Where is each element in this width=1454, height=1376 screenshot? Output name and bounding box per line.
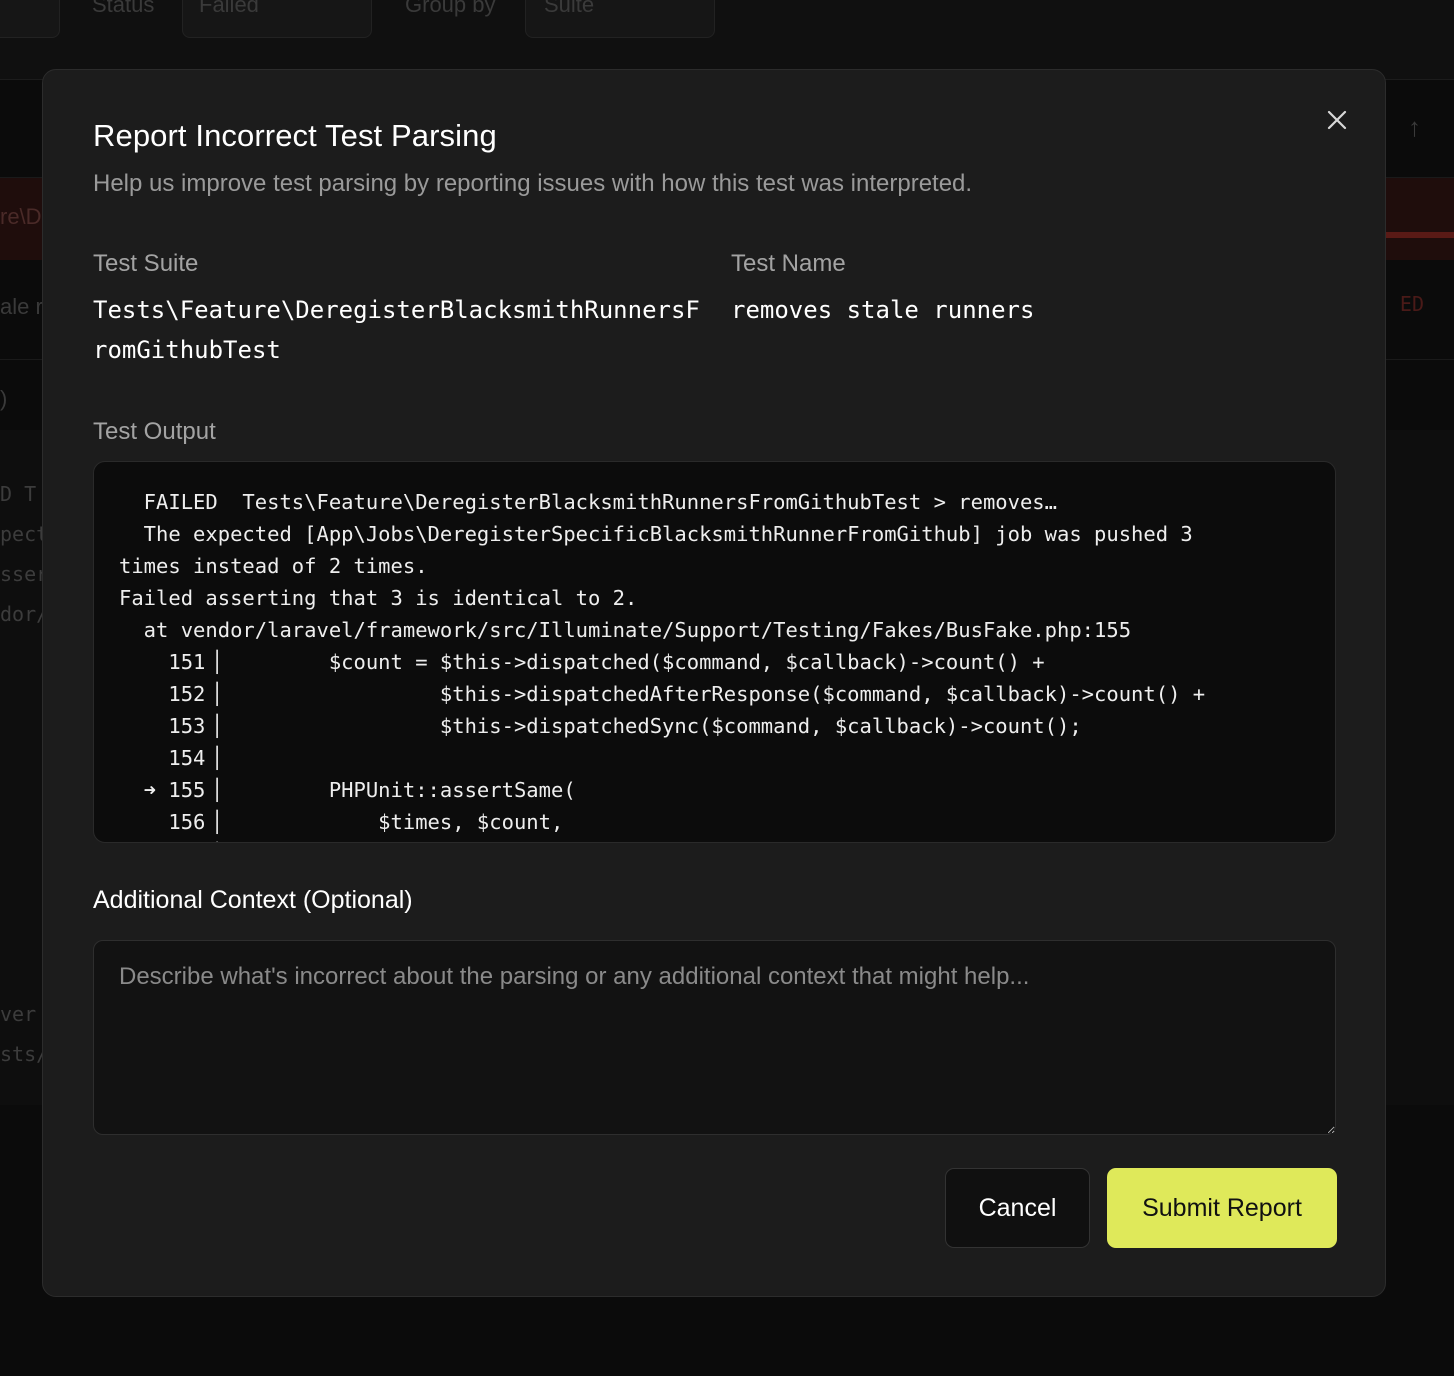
submit-report-button[interactable]: Submit Report xyxy=(1107,1168,1337,1248)
test-name-label: Test Name xyxy=(731,250,846,277)
close-button[interactable] xyxy=(1321,104,1353,136)
sort-up-icon[interactable]: ↑ xyxy=(1408,112,1421,143)
bg-output-line: ver xyxy=(0,1002,37,1026)
filter-select-left[interactable] xyxy=(0,0,60,38)
close-icon xyxy=(1327,110,1347,130)
bg-output-line: pect xyxy=(0,522,49,546)
group-by-value: Suite xyxy=(544,0,595,17)
dialog-subtitle: Help us improve test parsing by reportin… xyxy=(93,170,973,197)
bg-status-badge: ED xyxy=(1399,292,1424,316)
bg-test-fragment: ale r xyxy=(0,294,43,319)
bg-output-line: sts/ xyxy=(0,1042,49,1066)
test-output-label: Test Output xyxy=(93,418,216,445)
bg-paren-fragment: ) xyxy=(0,386,8,411)
group-by-label: Group by xyxy=(405,0,496,17)
status-filter-value: Failed xyxy=(199,0,259,17)
test-suite-label: Test Suite xyxy=(93,250,199,277)
status-filter-label: Status xyxy=(92,0,155,17)
bg-output-line: D T xyxy=(0,482,37,506)
additional-context-label: Additional Context (Optional) xyxy=(93,886,413,914)
status-filter-select[interactable]: Failed xyxy=(182,0,372,38)
filter-bar: Status Failed Group by Suite xyxy=(0,0,1454,80)
bg-output-line: sser xyxy=(0,562,49,586)
group-by-select[interactable]: Suite xyxy=(525,0,715,38)
test-name-value: removes stale runners xyxy=(731,296,1035,324)
test-output-panel[interactable]: FAILED Tests\Feature\DeregisterBlacksmit… xyxy=(93,461,1336,843)
dialog-title: Report Incorrect Test Parsing xyxy=(93,118,497,153)
test-suite-value: Tests\Feature\DeregisterBlacksmithRunner… xyxy=(93,296,700,364)
additional-context-textarea[interactable] xyxy=(93,940,1336,1135)
bg-suite-fragment: re\D xyxy=(0,204,42,229)
bg-accent-line xyxy=(1374,232,1454,238)
report-parsing-dialog: Report Incorrect Test Parsing Help us im… xyxy=(42,69,1386,1297)
test-output-text: FAILED Tests\Feature\DeregisterBlacksmit… xyxy=(119,490,1206,834)
bg-output-line: dor/ xyxy=(0,602,49,626)
cancel-button[interactable]: Cancel xyxy=(945,1168,1090,1248)
